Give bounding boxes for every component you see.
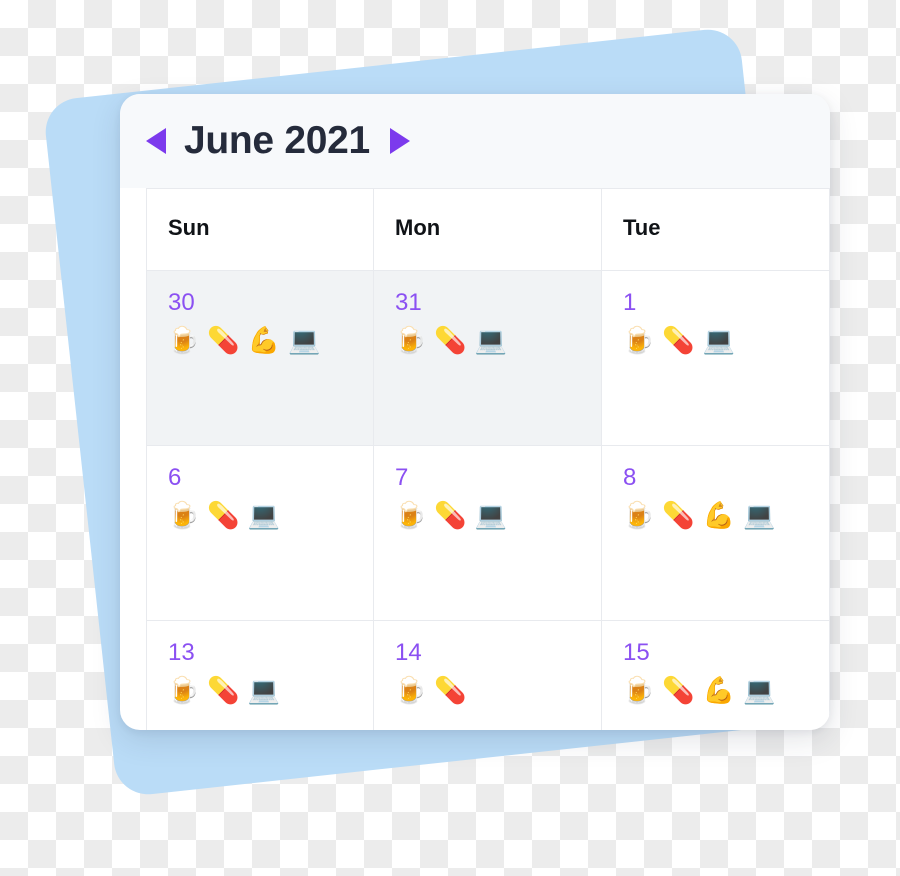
pill-icon: 💊 (662, 500, 695, 530)
laptop-icon: 💻 (702, 325, 736, 355)
day-emoji-row: 🍺 💊 💪 💻 (602, 490, 829, 528)
calendar-day-cell[interactable]: 13 🍺 💊 💻 (146, 620, 374, 730)
day-number: 30 (168, 289, 195, 316)
calendar-week-row: 13 🍺 💊 💻 14 🍺 💊 15 🍺 💊 💪 💻 (146, 620, 830, 730)
laptop-icon: 💻 (247, 675, 281, 705)
weekday-header-cell: Sun (146, 188, 374, 270)
laptop-icon: 💻 (474, 500, 508, 530)
weekday-header-cell: Mon (374, 188, 602, 270)
day-emoji-row: 🍺 💊 💻 (374, 315, 601, 353)
weekday-header-cell: Tue (602, 188, 830, 270)
calendar-grid: Sun Mon Tue 30 🍺 💊 💪 💻 31 🍺 💊 💻 1 🍺 💊 💻 6 🍺 💊 💻 7 🍺 💊 💻 8 🍺 💊 💪 💻 13… (120, 188, 830, 730)
triangle-left-icon[interactable] (146, 128, 166, 154)
laptop-icon: 💻 (743, 675, 776, 705)
pill-icon: 💊 (207, 500, 240, 530)
triangle-right-icon[interactable] (389, 128, 410, 154)
laptop-icon: 💻 (288, 325, 321, 355)
laptop-icon: 💻 (743, 500, 776, 530)
beer-mug-icon: 🍺 (167, 675, 200, 705)
day-emoji-row: 🍺 💊 💻 (147, 665, 373, 703)
calendar-week-row: 6 🍺 💊 💻 7 🍺 💊 💻 8 🍺 💊 💪 💻 (146, 445, 830, 620)
weekday-label: Mon (395, 215, 441, 240)
calendar-day-cell[interactable]: 8 🍺 💊 💪 💻 (602, 445, 830, 620)
day-number: 31 (395, 289, 422, 316)
day-number: 15 (623, 639, 650, 666)
day-number: 13 (168, 639, 195, 666)
day-number: 1 (623, 289, 637, 316)
calendar-day-cell[interactable]: 7 🍺 💊 💻 (374, 445, 602, 620)
pill-icon: 💊 (662, 675, 695, 705)
pill-icon: 💊 (207, 325, 240, 355)
weekday-header-row: Sun Mon Tue (146, 188, 830, 270)
pill-icon: 💊 (662, 325, 695, 355)
page-title: June 2021 (184, 119, 370, 162)
pill-icon: 💊 (207, 675, 240, 705)
laptop-icon: 💻 (474, 325, 508, 355)
calendar-day-cell[interactable]: 1 🍺 💊 💻 (602, 270, 830, 445)
flexed-biceps-icon: 💪 (702, 675, 736, 705)
flexed-biceps-icon: 💪 (247, 325, 281, 355)
pill-icon: 💊 (434, 675, 467, 705)
weekday-label: Tue (623, 215, 661, 240)
day-number: 7 (395, 464, 409, 491)
day-number: 6 (168, 464, 182, 491)
beer-mug-icon: 🍺 (622, 675, 655, 705)
beer-mug-icon: 🍺 (167, 500, 200, 530)
screenshot-stage: June 2021 Sun Mon Tue 30 🍺 💊 💪 💻 31 🍺 💊 💻 1 🍺 💊 💻 6 🍺 💊 💻 7… (0, 0, 900, 876)
calendar-day-cell[interactable]: 30 🍺 💊 💪 💻 (146, 270, 374, 445)
beer-mug-icon: 🍺 (622, 325, 655, 355)
calendar-header: June 2021 (120, 94, 830, 188)
calendar-card: June 2021 Sun Mon Tue 30 🍺 💊 💪 💻 31 🍺 💊 💻 1 🍺 💊 💻 6 🍺 💊 💻 7… (120, 94, 830, 730)
day-number: 14 (395, 639, 422, 666)
pill-icon: 💊 (434, 325, 467, 355)
calendar-day-cell[interactable]: 14 🍺 💊 (374, 620, 602, 730)
laptop-icon: 💻 (247, 500, 281, 530)
day-emoji-row: 🍺 💊 💻 (147, 490, 373, 528)
weekday-label: Sun (168, 215, 210, 240)
pill-icon: 💊 (434, 500, 467, 530)
beer-mug-icon: 🍺 (394, 325, 427, 355)
day-emoji-row: 🍺 💊 💻 (374, 490, 601, 528)
day-emoji-row: 🍺 💊 (374, 665, 601, 703)
day-emoji-row: 🍺 💊 💪 💻 (602, 665, 829, 703)
day-number: 8 (623, 464, 637, 491)
beer-mug-icon: 🍺 (622, 500, 655, 530)
day-emoji-row: 🍺 💊 💻 (602, 315, 829, 353)
beer-mug-icon: 🍺 (394, 675, 427, 705)
flexed-biceps-icon: 💪 (702, 500, 736, 530)
calendar-day-cell[interactable]: 31 🍺 💊 💻 (374, 270, 602, 445)
beer-mug-icon: 🍺 (167, 325, 200, 355)
calendar-day-cell[interactable]: 15 🍺 💊 💪 💻 (602, 620, 830, 730)
calendar-week-row: 30 🍺 💊 💪 💻 31 🍺 💊 💻 1 🍺 💊 💻 (146, 270, 830, 445)
calendar-day-cell[interactable]: 6 🍺 💊 💻 (146, 445, 374, 620)
day-emoji-row: 🍺 💊 💪 💻 (147, 315, 373, 353)
calendar-week-rows: 30 🍺 💊 💪 💻 31 🍺 💊 💻 1 🍺 💊 💻 6 🍺 💊 💻 7 🍺 💊 💻 8 🍺 💊 💪 💻 13 🍺 💊 💻 14 🍺 💊 15 🍺… (146, 270, 830, 730)
beer-mug-icon: 🍺 (394, 500, 427, 530)
